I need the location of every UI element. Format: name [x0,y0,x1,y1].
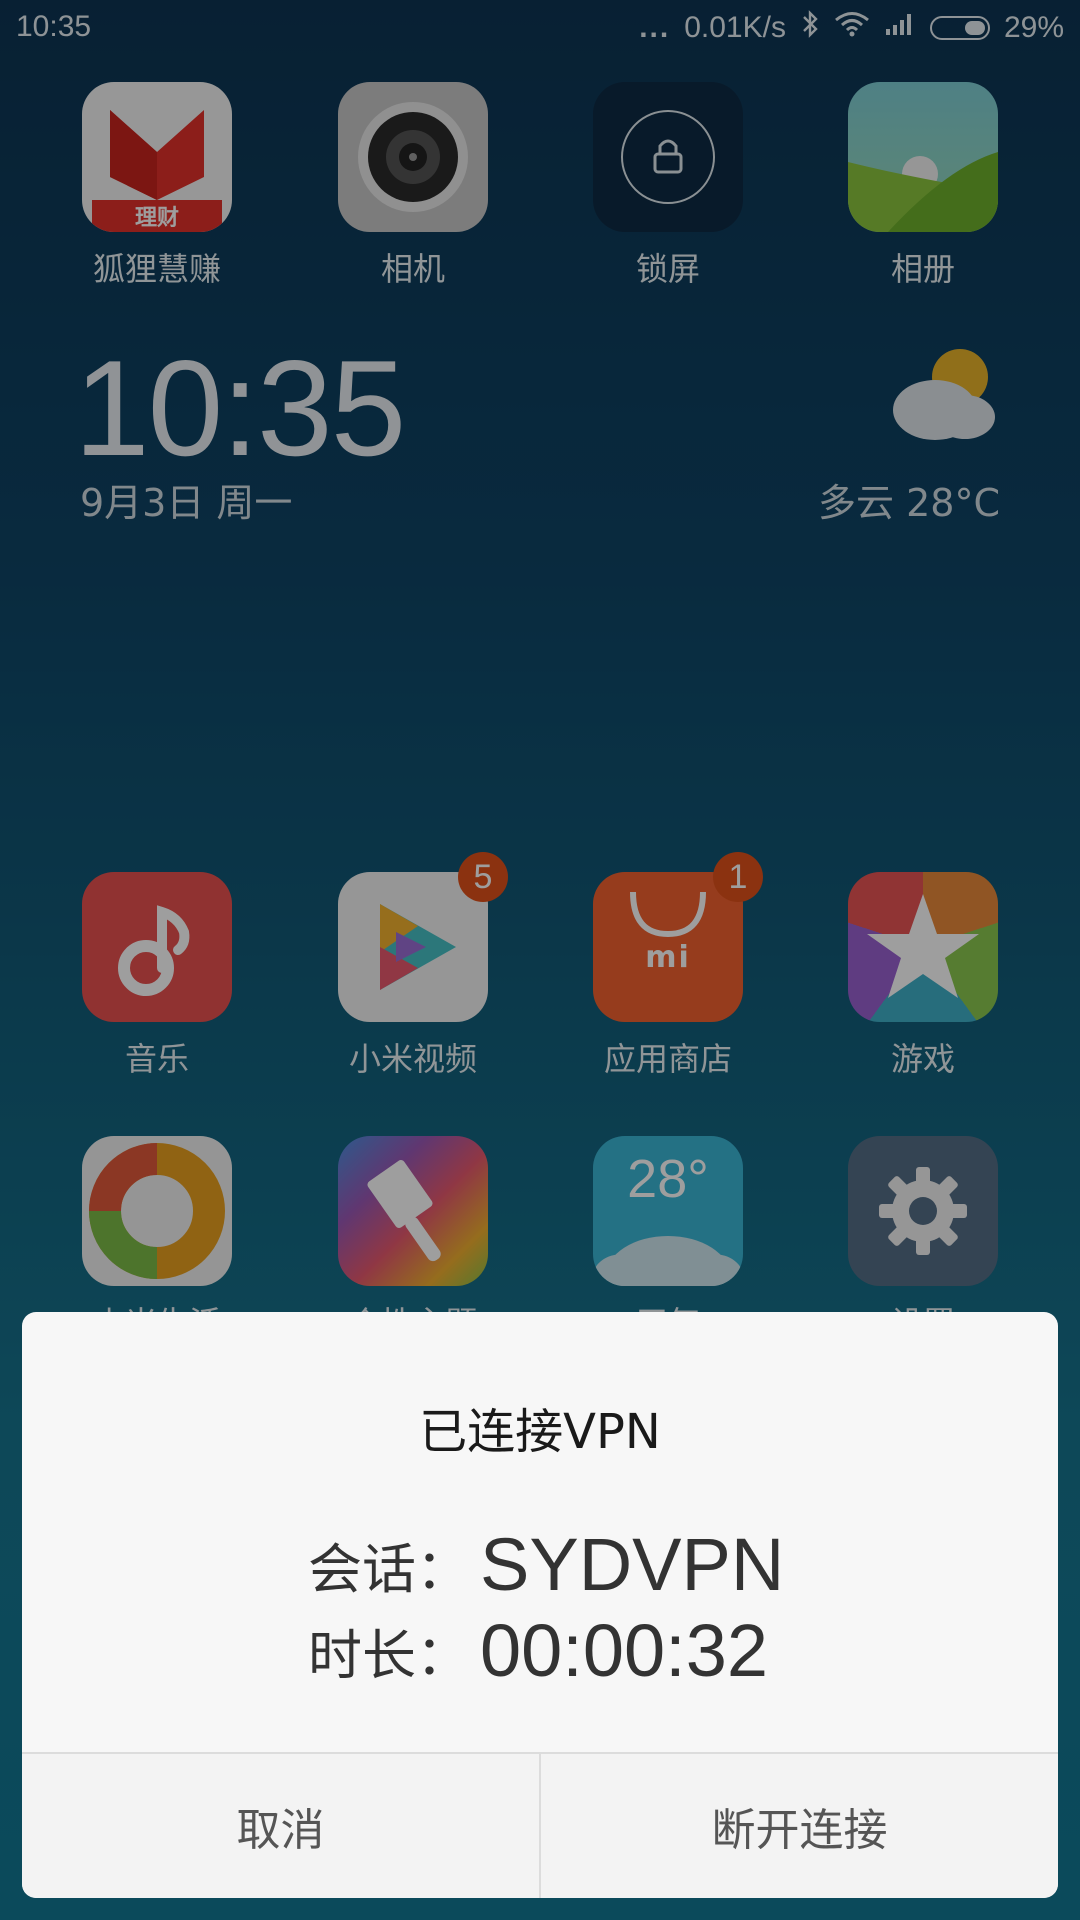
duration-row: 时长： 00:00:32 [22,1608,1058,1693]
session-label: 会话： [308,1538,470,1601]
session-row: 会话： SYDVPN [22,1522,1058,1607]
duration-label: 时长： [308,1624,470,1687]
duration-value: 00:00:32 [480,1609,769,1692]
dialog-title: 已连接VPN [419,1404,661,1460]
disconnect-button[interactable]: 断开连接 [539,1754,1058,1898]
session-value: SYDVPN [480,1523,785,1606]
cancel-button[interactable]: 取消 [22,1754,539,1898]
vpn-dialog: 已连接VPN 会话： SYDVPN 时长： 00:00:32 取消 断开连接 [22,1312,1058,1898]
dialog-buttons: 取消 断开连接 [22,1752,1058,1898]
